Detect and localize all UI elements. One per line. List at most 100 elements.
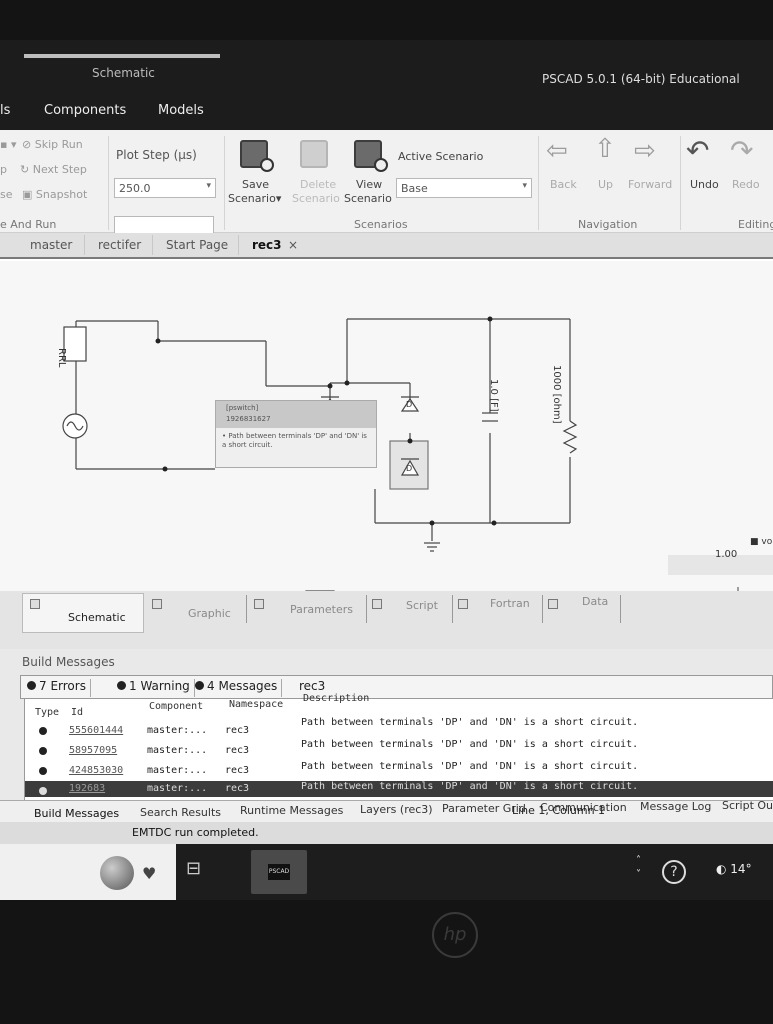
view-tab-data[interactable]: Data bbox=[582, 595, 608, 608]
messages-filter[interactable]: 4 Messages bbox=[191, 679, 283, 697]
tooltip-type: [pswitch] bbox=[226, 404, 259, 412]
up-label[interactable]: Up bbox=[598, 178, 613, 191]
up-arrow-icon[interactable]: ⇧ bbox=[594, 134, 616, 164]
app-title: PSCAD 5.0.1 (64-bit) Educational bbox=[542, 72, 740, 86]
view-scenario-label[interactable]: View bbox=[356, 178, 382, 191]
taskbar: ♥ ⊟ PSCAD ˄ ˅ ? ◐ 14° bbox=[0, 844, 773, 900]
diode-3-label: D bbox=[406, 464, 413, 473]
dropdown-arrow-icon: ▾ bbox=[275, 192, 282, 205]
forward-label[interactable]: Forward bbox=[628, 178, 672, 191]
tab-runtime-messages[interactable]: Runtime Messages bbox=[240, 804, 343, 817]
node-dot bbox=[327, 383, 333, 389]
doc-tab-start-page[interactable]: Start Page bbox=[166, 238, 228, 252]
ribbon-divider bbox=[538, 136, 539, 230]
save-scenario-icon[interactable] bbox=[238, 138, 274, 172]
view-tab-schematic[interactable]: Schematic bbox=[68, 611, 126, 624]
row-id[interactable]: 555601444 bbox=[69, 725, 123, 736]
errors-filter[interactable]: 7 Errors bbox=[23, 679, 91, 697]
row-namespace: rec3 bbox=[225, 725, 250, 736]
tray-chevron-icon[interactable]: ˄ ˅ bbox=[636, 854, 641, 882]
tab-message-log[interactable]: Message Log bbox=[640, 800, 711, 813]
save-scenario-label-2[interactable]: Scenario▾ bbox=[228, 192, 281, 205]
delete-scenario-icon[interactable] bbox=[298, 138, 334, 172]
row-component: master:... bbox=[147, 745, 208, 756]
tab-build-messages[interactable]: Build Messages bbox=[34, 807, 119, 820]
menu-tools[interactable]: ls bbox=[0, 103, 10, 118]
view-scenario-label-2[interactable]: Scenario bbox=[344, 192, 392, 205]
active-scenario-value: Base bbox=[401, 182, 428, 195]
tab-script-output[interactable]: Script Ou bbox=[722, 799, 773, 812]
widget-heart-icon[interactable]: ♥ bbox=[142, 864, 156, 883]
schematic-tab-icon bbox=[30, 599, 40, 609]
view-scenario-icon[interactable] bbox=[352, 138, 388, 172]
col-namespace[interactable]: Namespace bbox=[229, 699, 283, 710]
schematic-canvas[interactable]: RRL 1.0 [F] 1000 [ohm] D D D [pswitch] 1… bbox=[0, 261, 773, 628]
doc-tab-rectifer[interactable]: rectifer bbox=[98, 238, 141, 252]
undo-icon[interactable]: ↶ bbox=[686, 134, 709, 167]
node-dot bbox=[491, 520, 497, 526]
widget-orb-icon[interactable] bbox=[100, 856, 134, 890]
snapshot-button[interactable]: ▣ Snapshot bbox=[22, 188, 87, 201]
row-id[interactable]: 424853030 bbox=[69, 765, 123, 776]
view-tab-fortran[interactable]: Fortran bbox=[490, 597, 530, 610]
row-id[interactable]: 192683 bbox=[69, 783, 105, 794]
col-id[interactable]: Id bbox=[71, 707, 83, 718]
row-component: master:... bbox=[147, 725, 208, 736]
menu-models[interactable]: Models bbox=[158, 103, 204, 118]
col-description[interactable]: Description bbox=[303, 693, 369, 704]
plot-step-input[interactable]: 250.0 ▾ bbox=[114, 178, 216, 198]
weather-widget[interactable]: ◐ 14° bbox=[716, 862, 752, 876]
col-component[interactable]: Component bbox=[149, 701, 203, 712]
warning-icon bbox=[117, 681, 126, 690]
menu-components[interactable]: Components bbox=[44, 103, 126, 118]
circuit-diagram bbox=[62, 316, 739, 591]
close-tab-icon[interactable]: × bbox=[288, 238, 298, 252]
delete-scenario-label[interactable]: Delete bbox=[300, 178, 336, 191]
ribbon: ▪ ▾ ⊘ Skip Run p ↻ Next Step se ▣ Snapsh… bbox=[0, 130, 773, 236]
tab-divider bbox=[542, 595, 543, 623]
skip-run-button[interactable]: ⊘ Skip Run bbox=[22, 138, 83, 151]
back-label[interactable]: Back bbox=[550, 178, 577, 191]
ribbon-divider bbox=[680, 136, 681, 230]
doc-tab-rec3[interactable]: rec3 bbox=[252, 238, 282, 252]
tab-layers[interactable]: Layers (rec3) bbox=[360, 803, 433, 816]
chevron-down-icon: ▾ bbox=[206, 181, 211, 191]
help-icon[interactable]: ? bbox=[662, 860, 686, 884]
pscad-taskbar-button[interactable]: PSCAD bbox=[251, 850, 307, 894]
delete-scenario-label-2[interactable]: Scenario bbox=[292, 192, 340, 205]
save-scenario-label[interactable]: Save bbox=[242, 178, 269, 191]
tab-search-results[interactable]: Search Results bbox=[140, 806, 221, 819]
view-tab-graphic[interactable]: Graphic bbox=[188, 607, 231, 620]
resistor-zigzag bbox=[562, 420, 578, 454]
redo-label[interactable]: Redo bbox=[732, 178, 760, 191]
task-view-icon[interactable]: ⊟ bbox=[186, 858, 201, 879]
row-id[interactable]: 58957095 bbox=[69, 745, 117, 756]
table-row[interactable]: 555601444 master:... rec3 Path between t… bbox=[25, 717, 773, 741]
doc-tab-master[interactable]: master bbox=[30, 238, 72, 252]
next-step-button[interactable]: ↻ Next Step bbox=[20, 163, 87, 176]
col-type[interactable]: Type bbox=[35, 707, 59, 718]
document-tabs: master rectifer Start Page rec3 × bbox=[0, 233, 773, 259]
window-tab-label[interactable]: Schematic bbox=[92, 66, 155, 80]
warnings-filter[interactable]: 1 Warning bbox=[113, 679, 195, 697]
title-bar: Schematic PSCAD 5.0.1 (64-bit) Education… bbox=[0, 40, 773, 130]
row-description: Path between terminals 'DP' and 'DN' is … bbox=[301, 739, 639, 750]
run-mode-dropdown-icon[interactable]: ▪ ▾ bbox=[0, 138, 16, 151]
warnings-count: 1 Warning bbox=[129, 679, 190, 693]
table-row-selected[interactable]: 192683 master:... rec3 Path between term… bbox=[25, 781, 773, 797]
active-scenario-select[interactable]: Base ▾ bbox=[396, 178, 532, 198]
table-row[interactable]: 58957095 master:... rec3 Path between te… bbox=[25, 739, 773, 761]
snapshot-label: Snapshot bbox=[35, 188, 88, 201]
ribbon-divider bbox=[108, 136, 109, 230]
table-row[interactable]: 424853030 master:... rec3 Path between t… bbox=[25, 761, 773, 781]
forward-arrow-icon[interactable]: ⇨ bbox=[634, 136, 656, 166]
undo-label[interactable]: Undo bbox=[690, 178, 719, 191]
row-description: Path between terminals 'DP' and 'DN' is … bbox=[301, 761, 639, 772]
view-tab-parameters[interactable]: Parameters bbox=[290, 603, 353, 616]
error-icon bbox=[39, 767, 47, 775]
weather-icon: ◐ bbox=[716, 862, 731, 876]
view-tab-script[interactable]: Script bbox=[406, 599, 438, 612]
back-arrow-icon[interactable]: ⇦ bbox=[546, 136, 568, 166]
capacitor-label: 1.0 [F] bbox=[488, 379, 499, 412]
redo-icon[interactable]: ↷ bbox=[730, 134, 753, 167]
